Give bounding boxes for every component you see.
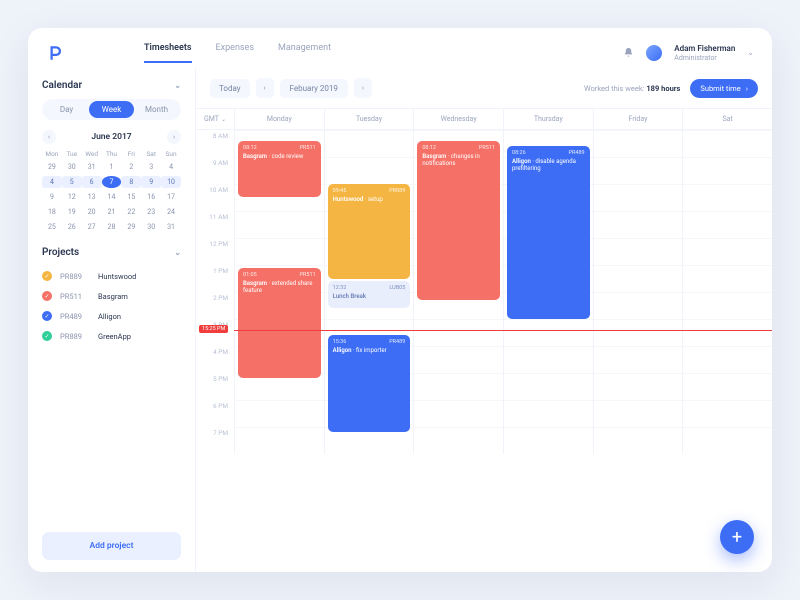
day-column[interactable]: 08:26PR489Alligon · disable agenda prefi…	[503, 130, 593, 454]
calendar-day[interactable]: 1	[102, 161, 122, 173]
check-icon: ✓	[42, 311, 52, 321]
calendar-day[interactable]: 2	[121, 161, 141, 173]
project-item[interactable]: ✓PR889GreenApp	[42, 326, 181, 346]
calendar-day[interactable]: 4	[161, 161, 181, 173]
date-range-label[interactable]: Febuary 2019	[280, 79, 348, 98]
projects-section-header: Projects ⌄	[42, 247, 181, 258]
chevron-down-icon[interactable]: ⌄	[174, 81, 181, 90]
view-month[interactable]: Month	[134, 101, 179, 118]
calendar-day[interactable]: 24	[161, 206, 181, 218]
tab-expenses[interactable]: Expenses	[216, 43, 254, 63]
calendar-event[interactable]: 01:05PR511Basgram · extended share featu…	[238, 268, 321, 379]
prev-week-button[interactable]: ‹	[256, 78, 274, 98]
day-header: Thursday	[503, 109, 593, 129]
project-item[interactable]: ✓PR889Huntswood	[42, 266, 181, 286]
calendar-day[interactable]: 16	[141, 191, 161, 203]
calendar-day[interactable]: 14	[102, 191, 122, 203]
app-logo	[46, 44, 64, 62]
calendar-day[interactable]: 18	[42, 206, 62, 218]
calendar-event[interactable]: 15:36PR489Alligon · fix importer	[328, 335, 411, 432]
user-menu[interactable]: Adam Fisherman Administrator	[674, 44, 735, 62]
day-header: Tuesday	[324, 109, 414, 129]
calendar-day[interactable]: 29	[42, 161, 62, 173]
month-title: June 2017	[91, 132, 131, 142]
calendar-day[interactable]: 5	[62, 176, 82, 188]
calendar-day[interactable]: 15	[121, 191, 141, 203]
today-button[interactable]: Today	[210, 79, 250, 98]
calendar-day[interactable]: 7	[102, 176, 122, 188]
tab-management[interactable]: Management	[278, 43, 331, 63]
calendar-event[interactable]: 09:45PR889Huntswood · setup	[328, 184, 411, 279]
calendar-day[interactable]: 26	[62, 221, 82, 233]
calendar-event[interactable]: 08:26PR489Alligon · disable agenda prefi…	[507, 146, 590, 319]
calendar-day[interactable]: 31	[161, 221, 181, 233]
calendar-day[interactable]: 22	[121, 206, 141, 218]
main-tabs: Timesheets Expenses Management	[144, 43, 331, 63]
calendar-day[interactable]: 31	[82, 161, 102, 173]
calendar-day[interactable]: 23	[141, 206, 161, 218]
now-indicator: 15:25 PM	[235, 330, 324, 331]
day-header: Wednesday	[413, 109, 503, 129]
fab-add-button[interactable]: +	[720, 520, 754, 554]
project-item[interactable]: ✓PR489Alligon	[42, 306, 181, 326]
calendar-day[interactable]: 13	[82, 191, 102, 203]
view-day[interactable]: Day	[44, 101, 89, 118]
chevron-down-icon[interactable]: ⌄	[174, 248, 181, 257]
day-column[interactable]	[682, 130, 772, 454]
calendar-day[interactable]: 12	[62, 191, 82, 203]
chevron-down-icon[interactable]: ⌄	[747, 48, 754, 57]
calendar-day[interactable]: 4	[42, 176, 62, 188]
next-week-button[interactable]: ›	[354, 78, 372, 98]
next-month-button[interactable]: ›	[167, 130, 181, 144]
calendar-day[interactable]: 9	[42, 191, 62, 203]
add-project-button[interactable]: Add project	[42, 532, 181, 560]
day-header: Friday	[593, 109, 683, 129]
calendar-day[interactable]: 29	[121, 221, 141, 233]
calendar-day[interactable]: 8	[121, 176, 141, 188]
day-column[interactable]	[593, 130, 683, 454]
check-icon: ✓	[42, 331, 52, 341]
calendar-day[interactable]: 17	[161, 191, 181, 203]
calendar-day[interactable]: 9	[141, 176, 161, 188]
worked-hours-label: Worked this week: 189 hours	[584, 84, 680, 93]
check-icon: ✓	[42, 291, 52, 301]
day-column[interactable]: 08:12PR511Basgram · code review 01:05PR51…	[234, 130, 324, 454]
calendar-day[interactable]: 21	[102, 206, 122, 218]
day-header: Monday	[234, 109, 324, 129]
calendar-day[interactable]: 30	[62, 161, 82, 173]
prev-month-button[interactable]: ‹	[42, 130, 56, 144]
view-toggle: Day Week Month	[42, 99, 181, 120]
calendar-event[interactable]: 08:12PR511Basgram · changes in notificat…	[417, 141, 500, 300]
calendar-day[interactable]: 27	[82, 221, 102, 233]
check-icon: ✓	[42, 271, 52, 281]
avatar[interactable]	[646, 45, 662, 61]
day-column[interactable]: 08:12PR511Basgram · changes in notificat…	[413, 130, 503, 454]
calendar-day[interactable]: 28	[102, 221, 122, 233]
view-week[interactable]: Week	[89, 101, 134, 118]
calendar-event[interactable]: 08:12PR511Basgram · code review	[238, 141, 321, 198]
calendar-day[interactable]: 3	[141, 161, 161, 173]
timezone-label[interactable]: GMT⌄	[196, 109, 234, 129]
day-header: Sat	[682, 109, 772, 129]
calendar-event[interactable]: 12:32LUB05Lunch Break	[328, 281, 411, 308]
calendar-day[interactable]: 19	[62, 206, 82, 218]
day-column[interactable]: 09:45PR889Huntswood · setup12:32LUB05Lun…	[324, 130, 414, 454]
bell-icon[interactable]	[623, 47, 634, 58]
calendar-day[interactable]: 25	[42, 221, 62, 233]
calendar-day[interactable]: 10	[161, 176, 181, 188]
calendar-day[interactable]: 20	[82, 206, 102, 218]
calendar-day[interactable]: 30	[141, 221, 161, 233]
submit-time-button[interactable]: Submit time›	[690, 79, 758, 98]
tab-timesheets[interactable]: Timesheets	[144, 43, 192, 63]
calendar-day[interactable]: 6	[82, 176, 102, 188]
calendar-section-header: Calendar ⌄	[42, 80, 181, 91]
project-item[interactable]: ✓PR511Basgram	[42, 286, 181, 306]
